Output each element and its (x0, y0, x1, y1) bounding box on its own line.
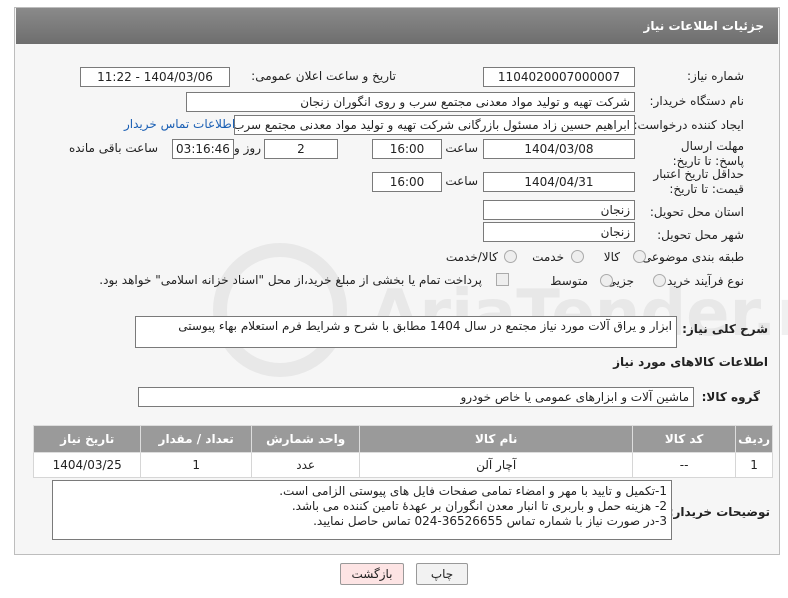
province-label: استان محل تحویل: (649, 205, 744, 219)
buyer-note-line: 3-در صورت نیاز با شماره تماس 36526655-02… (313, 514, 667, 528)
goods-section-title: اطلاعات کالاهای مورد نیاز (613, 355, 768, 369)
table-row: 1 -- آچار آلن عدد 1 1404/03/25 (32, 452, 773, 478)
process-option-medium: متوسط (550, 274, 588, 288)
payment-note: پرداخت تمام یا بخشی از مبلغ خرید،از محل … (99, 273, 482, 287)
price-time-label: ساعت (445, 174, 478, 188)
buyer-note-line: 1-تکمیل و تایید با مهر و امضاء تمامی صفح… (279, 484, 667, 498)
process-radio-minor[interactable] (653, 274, 666, 287)
col-date: تاریخ نیاز (32, 425, 142, 453)
province-value: زنجان (483, 200, 635, 220)
col-unit: واحد شمارش (250, 425, 361, 453)
goods-table: ردیف کد کالا نام کالا واحد شمارش تعداد /… (32, 425, 773, 478)
category-label: طبقه بندی موضوعی: (637, 250, 744, 264)
need-number-label: شماره نیاز: (687, 69, 744, 83)
deadline-date: 1404/03/08 (483, 139, 635, 159)
cell-unit: عدد (250, 452, 361, 478)
category-radio-both[interactable] (504, 250, 517, 263)
panel-header: جزئیات اطلاعات نیاز (16, 8, 778, 44)
buyer-notes-label: توضیحات خریدار: (668, 505, 770, 519)
price-validity-time: 16:00 (372, 172, 442, 192)
cell-name: آچار آلن (359, 452, 633, 478)
announce-label: تاریخ و ساعت اعلان عمومی: (251, 69, 396, 83)
goods-group-label: گروه کالا: (701, 390, 760, 404)
description-label: شرح کلی نیاز: (682, 322, 768, 336)
deadline-time: 16:00 (372, 139, 442, 159)
cell-row: 1 (735, 452, 773, 478)
panel-title: جزئیات اطلاعات نیاز (643, 19, 764, 33)
cell-qty: 1 (140, 452, 252, 478)
col-name: نام کالا (359, 425, 633, 453)
buyer-notes-field[interactable]: 1-تکمیل و تایید با مهر و امضاء تمامی صفح… (52, 480, 672, 540)
creator-label: ایجاد کننده درخواست: (633, 118, 744, 132)
col-qty: تعداد / مقدار (140, 425, 252, 453)
goods-table-header: ردیف کد کالا نام کالا واحد شمارش تعداد /… (32, 425, 773, 453)
cell-date: 1404/03/25 (32, 452, 142, 478)
description-field[interactable]: ابزار و یراق آلات مورد نیاز مجتمع در سال… (135, 316, 677, 348)
buyer-value: شرکت تهیه و تولید مواد معدنی مجتمع سرب و… (186, 92, 635, 112)
buyer-label: نام دستگاه خریدار: (649, 94, 745, 108)
category-option-goods: کالا (603, 250, 620, 264)
deadline-time-label: ساعت (445, 141, 478, 155)
cell-code: -- (631, 452, 737, 478)
price-validity-label: حداقل تاریخ اعتبار قیمت: تا تاریخ: (653, 167, 744, 196)
goods-group-value: ماشین آلات و ابزارهای عمومی یا خاص خودرو (138, 387, 694, 407)
need-number-value: 1104020007000007 (483, 67, 635, 87)
creator-value: ابراهیم حسین زاد مسئول بازرگانی شرکت تهی… (234, 115, 635, 135)
days-label: روز و (234, 141, 261, 155)
col-code: کد کالا (631, 425, 737, 453)
city-value: زنجان (483, 222, 635, 242)
time-remaining-label: ساعت باقی مانده (68, 141, 158, 155)
price-validity-date: 1404/04/31 (483, 172, 635, 192)
city-label: شهر محل تحویل: (657, 228, 744, 242)
category-radio-goods[interactable] (633, 250, 646, 263)
back-button[interactable]: بازگشت (340, 563, 404, 585)
category-option-service: خدمت (532, 250, 564, 264)
deadline-label: مهلت ارسال پاسخ: تا تاریخ: (672, 139, 744, 168)
category-option-both: کالا/خدمت (445, 250, 498, 264)
payment-checkbox[interactable] (496, 273, 509, 286)
buyer-note-line: 2- هزینه حمل و باربری تا انبار معدن انگو… (291, 499, 667, 513)
print-button[interactable]: چاپ (416, 563, 468, 585)
col-row: ردیف (735, 425, 773, 453)
process-label: نوع فرآیند خرید : (659, 274, 744, 288)
announce-value: 1404/03/06 - 11:22 (80, 67, 230, 87)
days-remaining: 2 (264, 139, 338, 159)
time-remaining: 03:16:46 (172, 139, 234, 159)
buyer-contact-link[interactable]: اطلاعات تماس خریدار (124, 117, 235, 131)
category-radio-service[interactable] (571, 250, 584, 263)
process-radio-medium[interactable] (600, 274, 613, 287)
